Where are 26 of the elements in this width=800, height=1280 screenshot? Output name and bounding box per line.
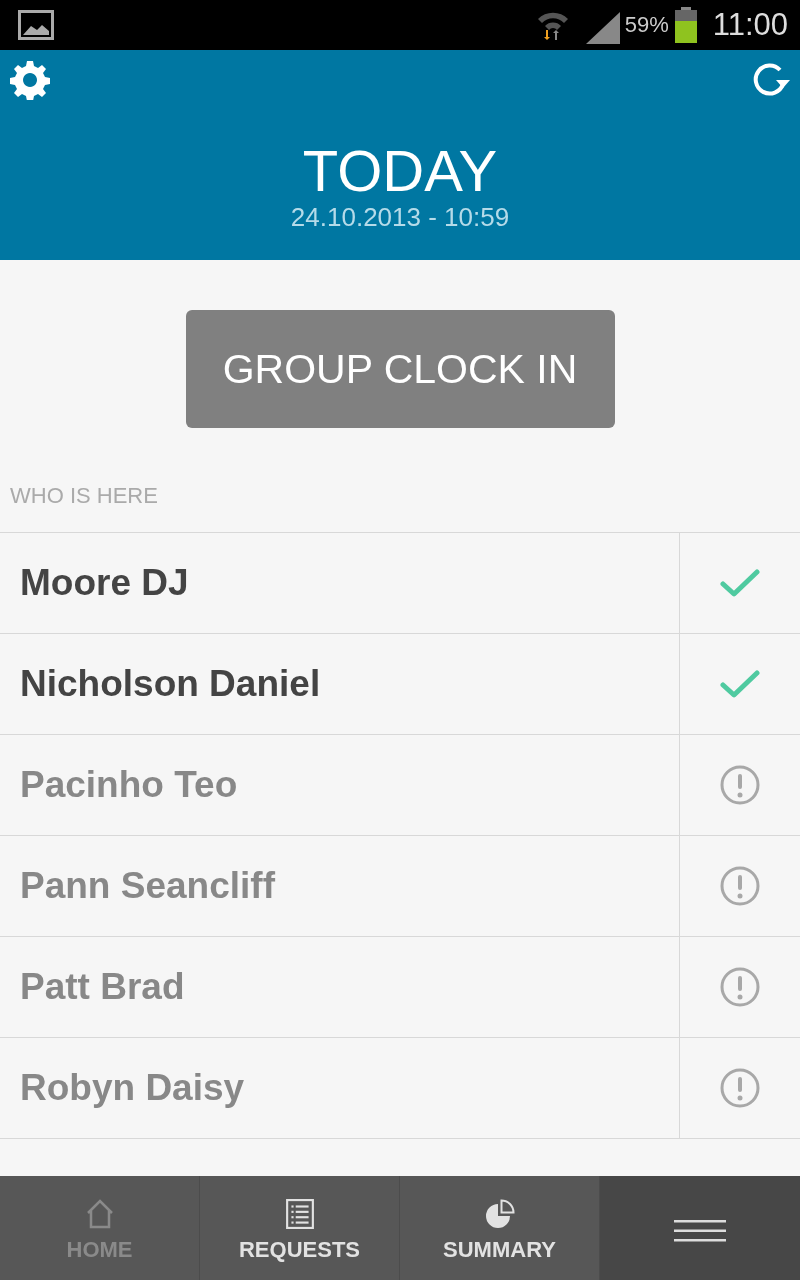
section-heading: WHO IS HERE: [10, 482, 158, 510]
group-clock-in-button[interactable]: GROUP CLOCK IN: [185, 310, 615, 428]
person-name: Pann Seancliff: [19, 865, 276, 907]
battery-percentage: 59%: [624, 12, 669, 38]
clock-time: 11:00: [712, 7, 788, 43]
person-row[interactable]: Pacinho Teo: [0, 735, 800, 836]
person-name: Moore DJ: [19, 562, 190, 604]
settings-icon[interactable]: [10, 60, 50, 100]
person-row[interactable]: Pann Seancliff: [0, 836, 800, 937]
date-time: 24.10.2013 - 10:59: [290, 202, 510, 232]
person-name: Pacinho Teo: [19, 764, 239, 806]
battery-icon: [674, 7, 697, 43]
person-row[interactable]: Robyn Daisy: [0, 1038, 800, 1139]
person-name: Patt Brad: [19, 966, 186, 1008]
list-icon: [284, 1199, 315, 1229]
person-name: Nicholson Daniel: [19, 663, 322, 705]
page-title: TODAY: [302, 140, 498, 202]
picture-icon: [18, 10, 54, 40]
person-name: Robyn Daisy: [19, 1067, 246, 1109]
person-row[interactable]: Patt Brad: [0, 937, 800, 1038]
menu-icon: [674, 1220, 726, 1242]
person-row[interactable]: Moore DJ: [0, 533, 800, 634]
person-row[interactable]: Nicholson Daniel: [0, 634, 800, 735]
pie-chart-icon: [484, 1199, 515, 1229]
menu-button[interactable]: [600, 1176, 800, 1280]
signal-icon: [585, 12, 620, 44]
